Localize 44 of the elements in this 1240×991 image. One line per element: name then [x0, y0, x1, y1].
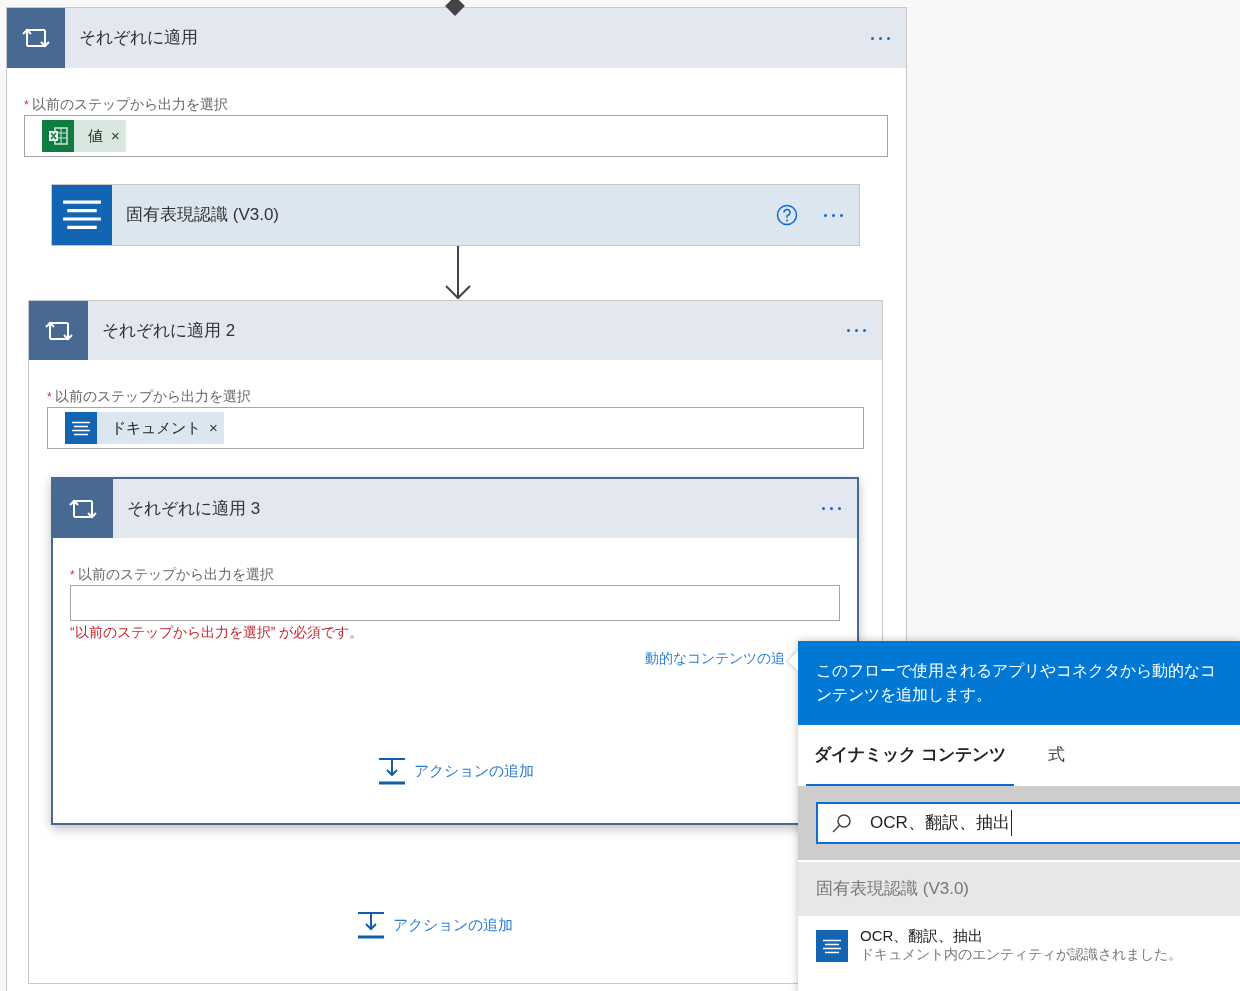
card-title: それぞれに適用 3 — [127, 497, 262, 520]
search-field[interactable]: OCR、翻訳、抽出 — [816, 802, 1240, 844]
token[interactable]: ドキュメント × — [65, 412, 224, 444]
panel-description: このフローで使用されるアプリやコネクタから動的なコンテンツを追加します。 — [816, 661, 1217, 705]
token-label: 値 — [88, 125, 103, 146]
group-title: 固有表現認識 (V3.0) — [816, 878, 970, 901]
lines-icon — [65, 412, 97, 444]
input-field[interactable]: ドキュメント × — [47, 407, 864, 449]
step-icon — [52, 185, 112, 245]
more-icon[interactable] — [847, 329, 866, 332]
field-label: 以前のステップから出力を選択 — [31, 95, 228, 114]
remove-token-button[interactable]: × — [209, 416, 218, 440]
add-action-icon — [377, 757, 406, 785]
panel-tab[interactable]: 式 — [1039, 725, 1073, 786]
token[interactable]: 値 × — [42, 120, 126, 152]
field-label: 以前のステップから出力を選択 — [54, 387, 251, 406]
required-mark: * — [47, 389, 52, 406]
input-field[interactable] — [70, 585, 840, 621]
down-arrow-icon — [443, 246, 473, 300]
search-icon — [832, 813, 852, 833]
card-title: 固有表現認識 (V3.0) — [126, 204, 281, 227]
required-mark: * — [70, 567, 75, 584]
error-message: “以前のステップから出力を選択” が必須です。 — [70, 623, 365, 642]
more-icon[interactable] — [824, 213, 843, 217]
add-action-button[interactable]: アクションの追加 — [377, 757, 534, 785]
remove-token-button[interactable]: × — [111, 124, 120, 148]
item-title: OCR、翻訳、抽出 — [860, 926, 985, 945]
help-icon[interactable] — [776, 204, 798, 226]
card-title: それぞれに適用 2 — [102, 319, 237, 342]
more-icon[interactable] — [871, 36, 890, 40]
add-action-icon — [356, 911, 385, 939]
input-field[interactable]: 値 × — [24, 115, 888, 157]
add-dynamic-content-link[interactable]: 動的なコンテンツの追 — [645, 648, 785, 669]
card-title: それぞれに適用 — [79, 27, 199, 50]
spreadsheet-icon — [42, 120, 74, 152]
required-mark: * — [24, 97, 29, 114]
lines-icon — [816, 930, 848, 962]
search-text: OCR、翻訳、抽出 — [870, 810, 1012, 836]
more-icon[interactable] — [822, 507, 841, 510]
add-action-button[interactable]: アクションの追加 — [356, 911, 513, 939]
token-label: ドキュメント — [111, 417, 201, 438]
field-label: 以前のステップから出力を選択 — [77, 565, 274, 584]
item-subtitle: ドキュメント内のエンティティが認識されました。 — [860, 945, 1182, 964]
dynamic-content-item[interactable]: OCR、翻訳、抽出 ドキュメント内のエンティティが認識されました。 — [798, 916, 1240, 976]
